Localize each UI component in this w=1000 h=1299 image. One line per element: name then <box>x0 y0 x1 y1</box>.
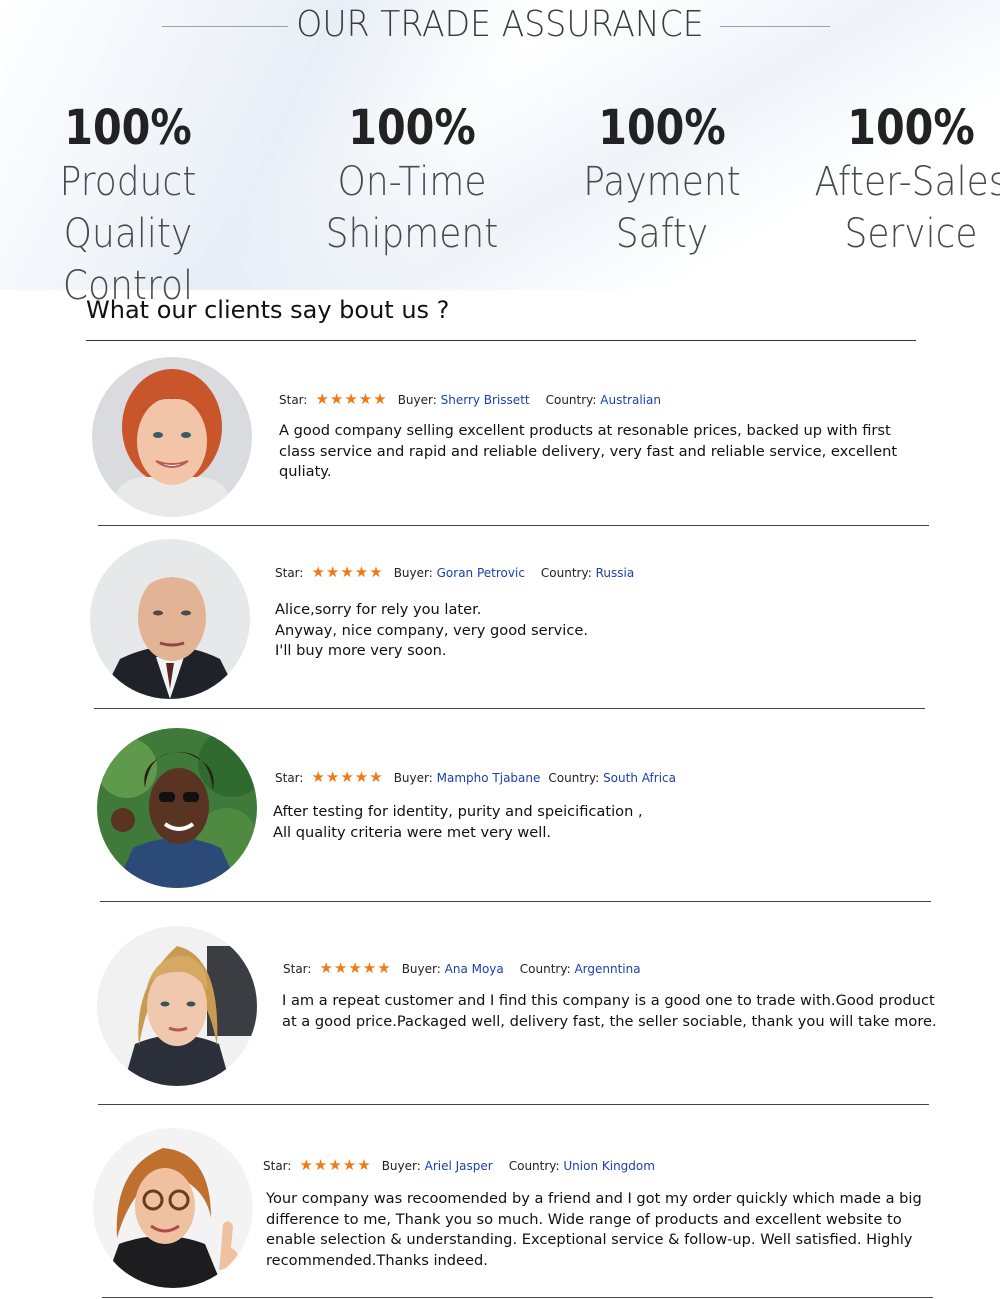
buyer-label: Buyer: <box>393 566 433 580</box>
assurance-label-line1: After-Sales <box>814 159 1000 205</box>
review-line: After testing for identity, purity and s… <box>273 803 643 820</box>
assurance-label-line2: Service <box>844 211 978 257</box>
rating-stars-icon: ★★★★★ <box>311 563 384 581</box>
rating-stars-icon: ★★★★★ <box>299 1156 372 1174</box>
assurance-label-line1: On-Time <box>337 159 487 205</box>
review-text-2: Alice,sorry for rely you later. Anyway, … <box>275 600 588 662</box>
review-line: recommended.Thanks indeed. <box>266 1251 488 1269</box>
country-label: Country: <box>545 393 597 407</box>
review-line: at a good price.Packaged well, delivery … <box>282 1012 937 1030</box>
review-meta-4: Star: ★★★★★ Buyer: Ana Moya Country: Argenn… <box>283 959 641 977</box>
trade-assurance-title: OUR TRADE ASSURANCE <box>296 4 704 45</box>
review-divider <box>100 901 931 902</box>
rating-stars-icon: ★★★★★ <box>319 959 392 977</box>
star-label: Star: <box>275 771 304 785</box>
avatar-goran-petrovic <box>90 539 250 699</box>
review-divider <box>102 1297 933 1298</box>
review-divider <box>98 525 929 526</box>
buyer-name: Goran Petrovic <box>436 566 525 580</box>
star-label: Star: <box>275 566 304 580</box>
review-line: All quality criteria were met very well. <box>273 823 552 841</box>
country-label: Country: <box>548 771 600 785</box>
assurance-label-line1: Payment <box>583 159 741 205</box>
review-meta-5: Star: ★★★★★ Buyer: Ariel Jasper Country: Un… <box>263 1156 655 1174</box>
assurance-after-sales: 100% After-Sales Service <box>761 100 1000 260</box>
buyer-name: Sherry Brissett <box>440 393 530 407</box>
trade-assurance-header: OUR TRADE ASSURANCE <box>0 0 1000 50</box>
buyer-country: Australian <box>600 393 661 407</box>
review-line: enable selection & understanding. Except… <box>266 1231 913 1248</box>
review-meta-3: Star: ★★★★★ Buyer: Mampho Tjabane Country: … <box>275 768 676 786</box>
avatar-sherry-brissett <box>92 357 252 517</box>
review-text-3: After testing for identity, purity and s… <box>273 802 643 843</box>
buyer-label: Buyer: <box>397 393 437 407</box>
buyer-name: Ariel Jasper <box>424 1159 493 1173</box>
buyer-label: Buyer: <box>381 1159 421 1173</box>
review-line: I'll buy more very soon. <box>275 642 447 659</box>
assurance-percent: 100% <box>847 100 975 156</box>
avatar-ariel-jasper <box>93 1128 253 1288</box>
assurance-percent: 100% <box>64 100 192 156</box>
star-label: Star: <box>263 1159 292 1173</box>
review-line: A good company selling excellent product… <box>279 422 891 439</box>
buyer-name: Ana Moya <box>444 962 504 976</box>
star-label: Star: <box>279 393 308 407</box>
assurance-quality: 100% Product Quality Control <box>0 100 278 312</box>
review-line: Anyway, nice company, very good service. <box>275 621 588 639</box>
assurance-percent: 100% <box>348 100 476 156</box>
heading-divider <box>86 340 916 341</box>
review-line: difference to me, Thank you so much. Wid… <box>266 1210 902 1228</box>
review-line: I am a repeat customer and I find this c… <box>282 992 935 1009</box>
review-line: Alice,sorry for rely you later. <box>275 601 482 618</box>
assurance-percent: 100% <box>598 100 726 156</box>
review-meta-2: Star: ★★★★★ Buyer: Goran Petrovic Country: … <box>275 563 634 581</box>
buyer-country: Argenntina <box>574 962 641 976</box>
assurance-label-line2: Shipment <box>325 211 499 257</box>
country-label: Country: <box>508 1159 560 1173</box>
rating-stars-icon: ★★★★★ <box>311 768 384 786</box>
review-line: class service and rapid and reliable del… <box>279 442 898 460</box>
review-text-4: I am a repeat customer and I find this c… <box>282 991 937 1032</box>
clients-heading: What our clients say bout us ? <box>86 296 450 324</box>
buyer-label: Buyer: <box>401 962 441 976</box>
assurance-label-line2: Safty <box>615 211 709 257</box>
review-line: quliaty. <box>279 463 332 480</box>
review-text-5: Your company was recoomended by a friend… <box>266 1189 922 1271</box>
header-divider-right <box>720 26 830 27</box>
buyer-country: Russia <box>595 566 635 580</box>
buyer-country: Union Kingdom <box>563 1159 655 1173</box>
buyer-label: Buyer: <box>393 771 433 785</box>
assurance-label-line1: Product Quality <box>59 159 197 257</box>
review-meta-1: Star: ★★★★★ Buyer: Sherry Brissett Country:… <box>279 390 661 408</box>
rating-stars-icon: ★★★★★ <box>315 390 388 408</box>
review-divider <box>94 708 925 709</box>
review-text-1: A good company selling excellent product… <box>279 421 897 483</box>
review-line: Your company was recoomended by a friend… <box>266 1190 922 1207</box>
avatar-mampho-tjabane <box>97 728 257 888</box>
country-label: Country: <box>519 962 571 976</box>
avatar-ana-moya <box>97 926 257 1086</box>
buyer-country: South Africa <box>603 771 676 785</box>
country-label: Country: <box>540 566 592 580</box>
star-label: Star: <box>283 962 312 976</box>
buyer-name: Mampho Tjabane <box>436 771 541 785</box>
review-divider <box>98 1104 929 1105</box>
